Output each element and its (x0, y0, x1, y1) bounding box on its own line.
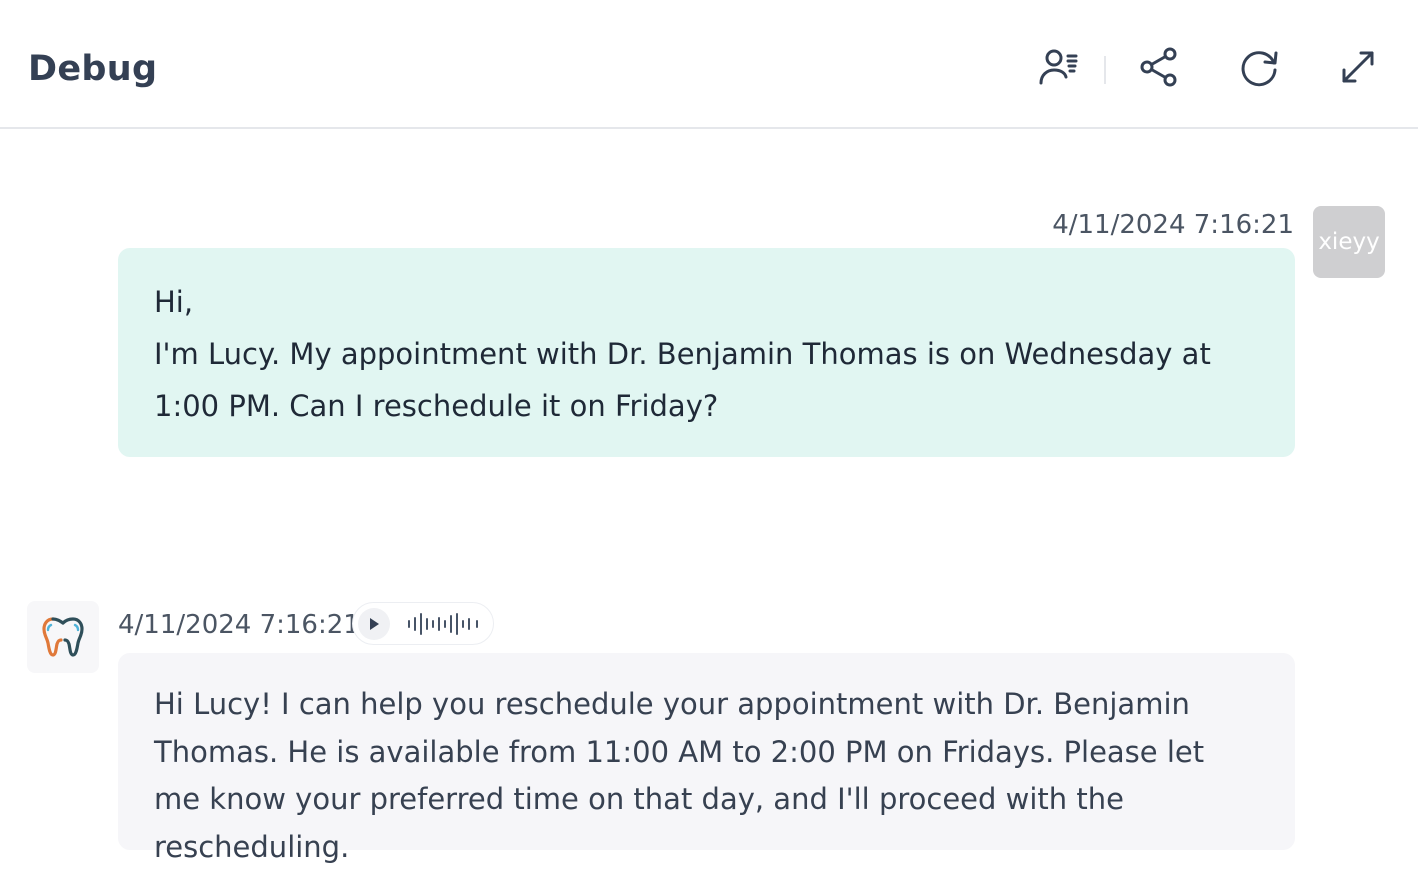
expand-icon (1342, 51, 1374, 83)
share-button[interactable] (1136, 44, 1182, 90)
refresh-button[interactable] (1236, 44, 1282, 90)
user-list-button[interactable] (1034, 44, 1080, 90)
user-avatar: xieyy (1313, 206, 1385, 278)
share-icon (1140, 47, 1177, 87)
tooth-icon (42, 617, 84, 657)
debug-header: Debug (0, 0, 1418, 129)
expand-button[interactable] (1335, 44, 1381, 90)
user-message-line: Hi, (154, 285, 194, 319)
refresh-icon (1241, 51, 1278, 87)
waveform-icon (408, 612, 478, 635)
play-button[interactable] (358, 607, 390, 640)
user-message-timestamp: 4/11/2024 7:16:21 (1052, 210, 1294, 240)
bot-message-timestamp: 4/11/2024 7:16:21 (118, 610, 360, 640)
header-divider (1104, 56, 1106, 84)
bot-avatar (27, 601, 99, 673)
user-list-icon (1039, 49, 1078, 85)
play-icon (370, 617, 379, 630)
audio-player[interactable] (352, 602, 494, 645)
bot-message-bubble: Hi Lucy! I can help you reschedule your … (118, 653, 1295, 864)
user-message-bubble: Hi, I'm Lucy. My appointment with Dr. Be… (118, 248, 1295, 457)
page-title: Debug (28, 49, 158, 89)
user-message-line: I'm Lucy. My appointment with Dr. Benjam… (154, 337, 1211, 423)
